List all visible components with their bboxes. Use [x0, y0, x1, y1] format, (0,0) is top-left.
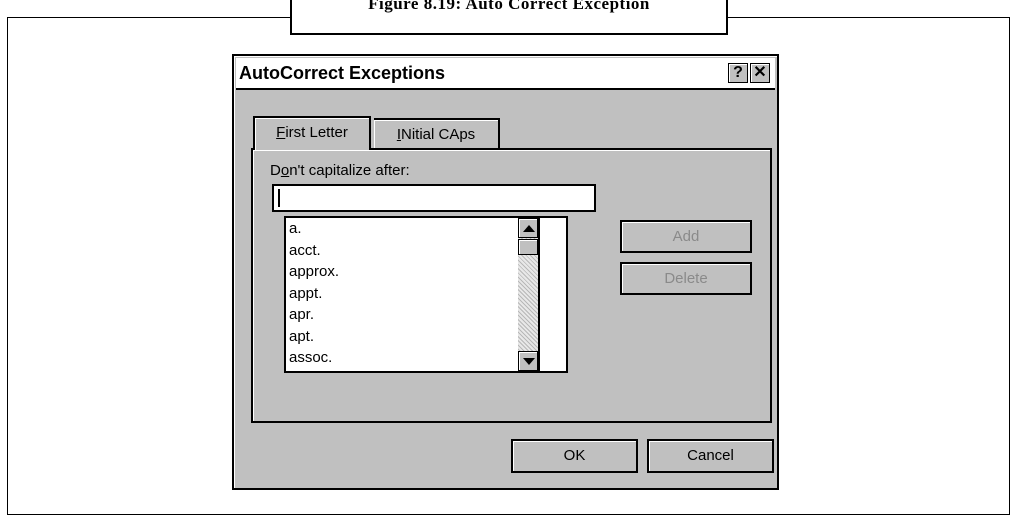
tab-first-letter-mnemonic: F: [276, 124, 286, 141]
list-scrollbar[interactable]: [518, 216, 540, 373]
dont-capitalize-input[interactable]: [272, 184, 596, 212]
arrow-up-icon: [523, 225, 535, 232]
dialog-titlebar: AutoCorrect Exceptions ? ✕: [236, 58, 775, 90]
dont-capitalize-label: Don't capitalize after:: [270, 162, 410, 179]
close-button[interactable]: ✕: [750, 63, 770, 83]
dialog-title: AutoCorrect Exceptions: [239, 63, 446, 83]
tab-first-letter-label: irst Letter: [285, 124, 348, 141]
scroll-thumb[interactable]: [518, 239, 538, 255]
ok-button[interactable]: OK: [511, 439, 638, 473]
cancel-button[interactable]: Cancel: [647, 439, 774, 473]
delete-button[interactable]: Delete: [620, 262, 752, 295]
arrow-down-icon: [523, 358, 535, 365]
help-button[interactable]: ?: [728, 63, 748, 83]
scroll-down-button[interactable]: [518, 351, 538, 371]
autocorrect-exceptions-dialog: AutoCorrect Exceptions ? ✕ First Letter …: [232, 54, 779, 490]
scroll-up-button[interactable]: [518, 218, 538, 238]
text-caret: [278, 189, 280, 207]
add-button[interactable]: Add: [620, 220, 752, 253]
tab-initial-caps[interactable]: INitial CAps: [374, 118, 500, 150]
figure-caption: Figure 8.19: Auto Correct Exception: [290, 0, 728, 35]
tab-first-letter[interactable]: First Letter: [253, 116, 371, 150]
tab-initial-caps-label: Nitial CAps: [400, 126, 476, 143]
